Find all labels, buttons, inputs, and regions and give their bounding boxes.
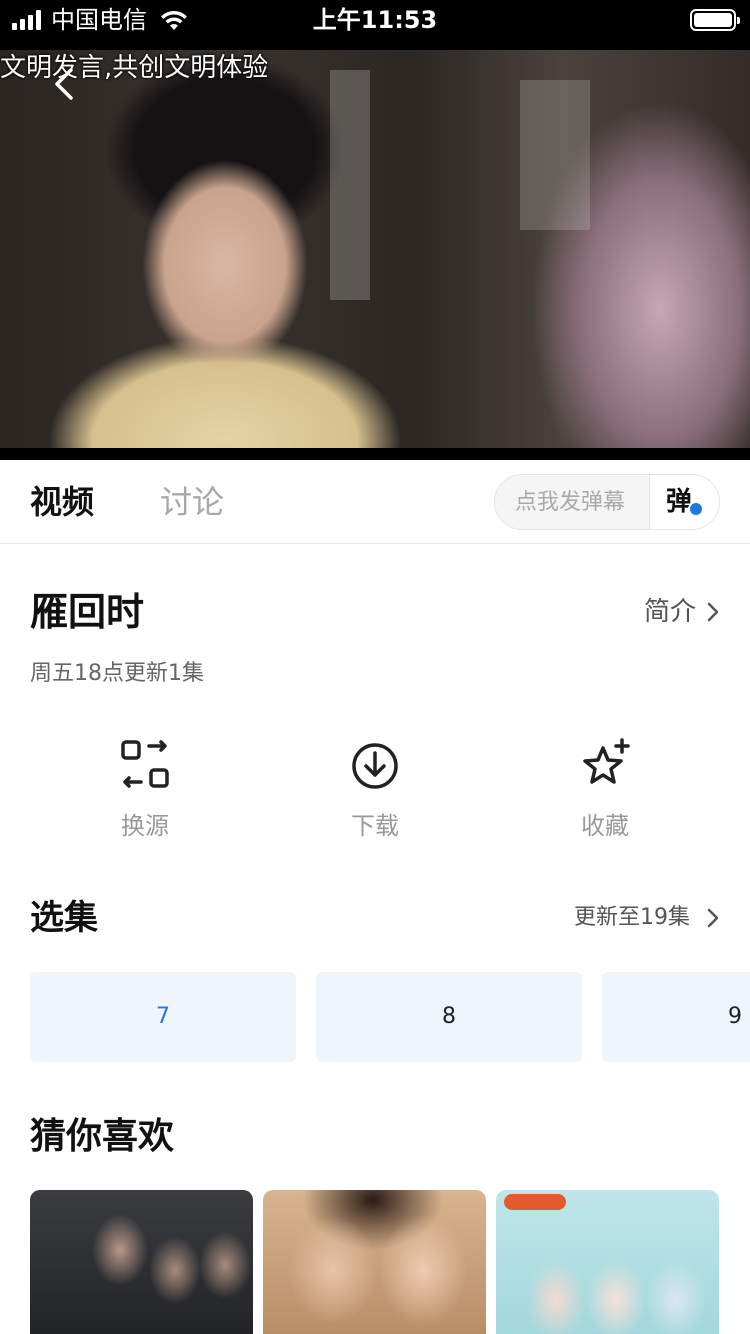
download-label: 下载 — [351, 812, 399, 840]
episode-button[interactable]: 9 — [602, 972, 750, 1062]
favorite-button[interactable]: 收藏 — [545, 736, 665, 842]
danmaku-toggle-label: 弹 — [666, 487, 693, 517]
video-player[interactable]: 文明发言,共创文明体验 — [0, 40, 750, 460]
video-frame — [0, 50, 750, 448]
episodes-title: 选集 — [30, 898, 98, 938]
chevron-right-icon — [707, 908, 719, 928]
switch-source-button[interactable]: 换源 — [85, 736, 205, 842]
download-icon — [352, 743, 398, 789]
chevron-right-icon — [707, 602, 719, 622]
danmaku-toggle-button[interactable]: 弹 — [649, 475, 719, 529]
episodes-more-link[interactable]: 更新至19集 — [574, 902, 720, 934]
update-info: 周五18点更新1集 — [30, 661, 204, 686]
channel-logo — [504, 1194, 566, 1210]
star-icon — [583, 738, 630, 784]
tab-discussion[interactable]: 讨论 — [160, 480, 224, 524]
recommendation-poster[interactable] — [496, 1190, 719, 1334]
check-icon — [688, 501, 704, 517]
intro-link-label: 简介 — [643, 597, 696, 627]
recommendations-title: 猜你喜欢 — [30, 1116, 175, 1157]
intro-link[interactable]: 简介 — [644, 594, 720, 630]
download-button[interactable]: 下载 — [315, 736, 435, 842]
episode-button[interactable]: 8 — [316, 972, 582, 1062]
recommendation-poster[interactable] — [263, 1190, 486, 1334]
episodes-more-label: 更新至19集 — [574, 905, 690, 930]
favorite-label: 收藏 — [581, 812, 629, 840]
danmaku-input[interactable]: 点我发弹幕 弹 — [494, 474, 720, 530]
status-bar: 中国电信 上午11:53 — [0, 0, 750, 40]
battery-icon — [690, 9, 740, 31]
switch-source-icon — [121, 740, 169, 788]
status-time: 上午11:53 — [312, 6, 438, 34]
show-title: 雁回时 — [30, 590, 145, 634]
recommendation-poster[interactable] — [30, 1190, 253, 1334]
switch-source-label: 换源 — [121, 812, 169, 840]
back-button[interactable] — [44, 64, 84, 104]
tab-bar: 视频 讨论 点我发弹幕 弹 — [0, 460, 750, 544]
danmaku-placeholder: 点我发弹幕 — [515, 490, 626, 515]
episode-button[interactable]: 7 — [30, 972, 296, 1062]
tab-video[interactable]: 视频 — [30, 480, 94, 524]
danmaku-text: 文明发言,共创文明体验 — [0, 53, 269, 83]
